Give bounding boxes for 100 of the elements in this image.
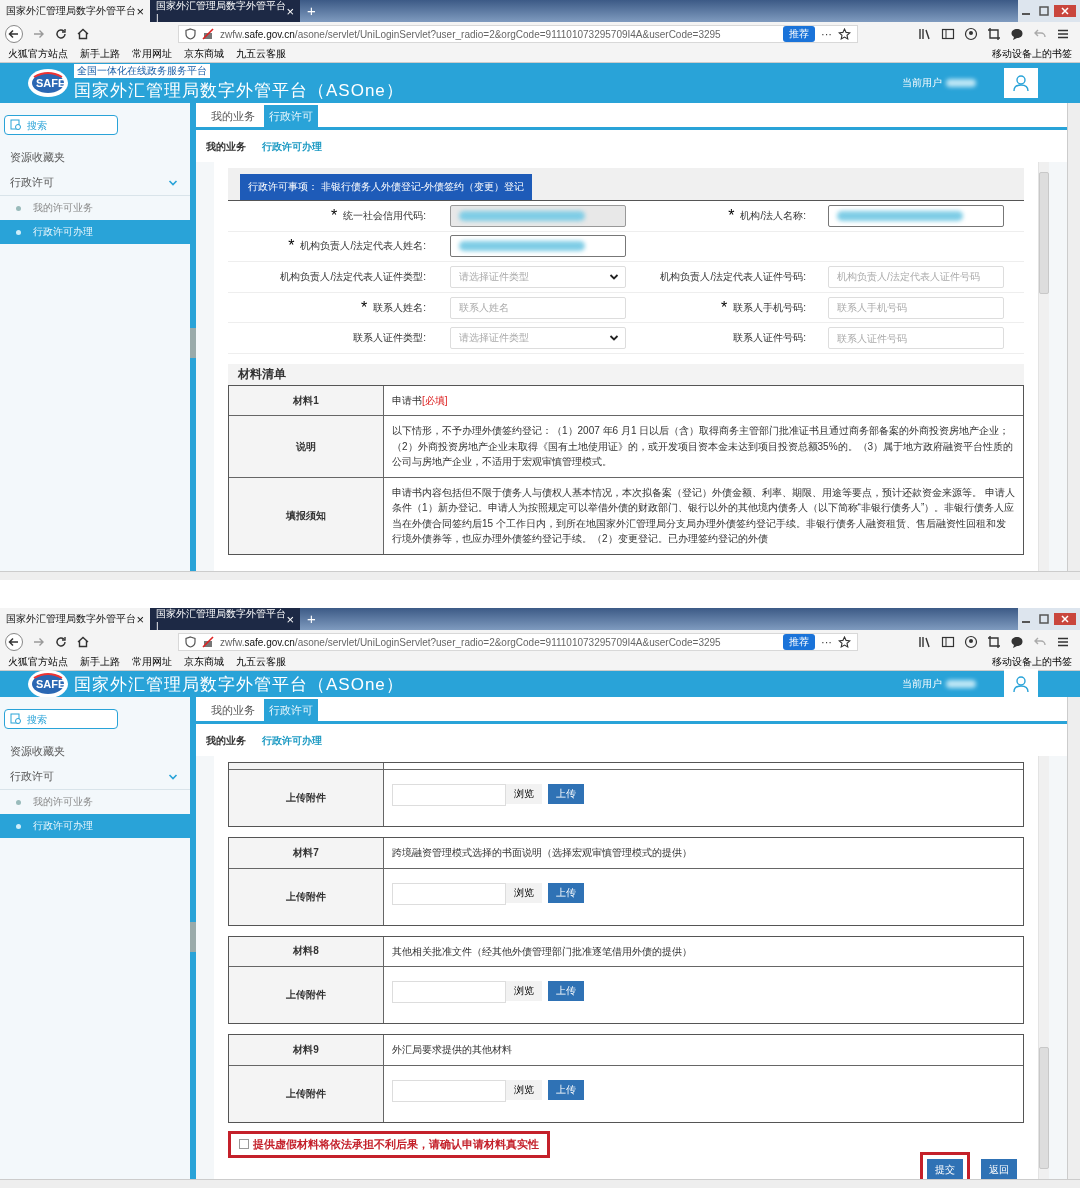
address-bar[interactable]: zwfw.safe.gov.cn/asone/servlet/UniLoginServlet?user_radio=2&orgCode=911101073295709I4A&userCode=3295 推荐 ···	[178, 633, 858, 651]
bookmark-link[interactable]: 九五云客服	[236, 47, 286, 61]
file-field[interactable]	[392, 981, 506, 1003]
library-icon[interactable]	[918, 635, 932, 649]
sidebar-subitem[interactable]: 我的许可业务	[0, 790, 190, 814]
horizontal-scrollbar[interactable]	[0, 1179, 1080, 1188]
upload-button[interactable]: 上传	[548, 882, 584, 903]
site-title: 国家外汇管理局数字外管平台（ASOne）	[74, 80, 404, 102]
bookmark-link[interactable]: 九五云客服	[236, 655, 286, 669]
home-icon[interactable]	[76, 635, 90, 649]
search-icon	[10, 119, 22, 131]
search-icon	[10, 713, 22, 725]
scrollbar[interactable]	[1038, 162, 1049, 571]
chat-icon[interactable]	[1010, 635, 1024, 649]
site-title: 国家外汇管理局数字外管平台（ASOne）	[74, 673, 404, 696]
file-field[interactable]	[392, 1079, 506, 1102]
horizontal-scrollbar[interactable]	[0, 571, 1080, 580]
page-scrollbar[interactable]	[1067, 103, 1080, 571]
search-field[interactable]: 搜索	[4, 115, 118, 135]
sidebar-icon[interactable]	[941, 635, 955, 649]
close-icon[interactable]	[1054, 5, 1076, 17]
reload-icon[interactable]	[54, 27, 68, 41]
breadcrumb-item[interactable]: 我的业务	[206, 140, 246, 154]
chat-icon[interactable]	[1010, 27, 1024, 41]
mobile-bookmarks-link[interactable]: 移动设备上的书签	[992, 655, 1072, 669]
bookmark-link[interactable]: 京东商城	[184, 655, 224, 669]
account-icon[interactable]	[964, 27, 978, 41]
bookmark-link[interactable]: 京东商城	[184, 47, 224, 61]
bookmark-link[interactable]: 火狐官方站点	[8, 47, 68, 61]
browse-button[interactable]: 浏览	[506, 981, 542, 1001]
browser-tab[interactable]: 国家外汇管理局数字外管平台×	[0, 0, 150, 22]
star-icon[interactable]	[838, 635, 851, 649]
menu-icon[interactable]	[1056, 27, 1070, 41]
new-tab-button[interactable]: +	[300, 608, 323, 630]
sidebar-item[interactable]: 资源收藏夹	[0, 739, 190, 764]
table-header-cell: 上传附件	[286, 988, 326, 1002]
upload-button[interactable]: 上传	[548, 784, 584, 804]
collapse-handle[interactable]	[190, 328, 196, 358]
browser-tab[interactable]: 国家外汇管理局数字外管平台×	[0, 608, 150, 630]
required-mark: *	[728, 206, 735, 225]
breadcrumb-item[interactable]: 我的业务	[206, 734, 246, 748]
bookmark-link[interactable]: 新手上路	[80, 655, 120, 669]
upload-button[interactable]: 上传	[548, 981, 584, 1001]
recommend-button[interactable]: 推荐	[783, 26, 815, 42]
star-icon[interactable]	[838, 27, 851, 41]
crop-icon[interactable]	[987, 27, 1001, 41]
sidebar-item[interactable]: 资源收藏夹	[0, 145, 190, 170]
account-icon[interactable]	[964, 635, 978, 649]
sidebar-subitem[interactable]: 我的许可业务	[0, 196, 190, 220]
scrollbar[interactable]	[1038, 756, 1049, 1179]
back-icon[interactable]	[4, 24, 24, 44]
tab[interactable]: 我的业务	[206, 105, 260, 127]
browse-button[interactable]: 浏览	[506, 882, 542, 903]
input-field[interactable]	[450, 235, 626, 258]
page-scrollbar[interactable]	[1067, 697, 1080, 1179]
file-field[interactable]	[392, 784, 506, 806]
menu-icon[interactable]	[1056, 635, 1070, 649]
shield-icon	[185, 28, 196, 40]
maximize-icon[interactable]	[1036, 613, 1052, 625]
sidebar-group[interactable]: 行政许可	[0, 170, 190, 196]
action-button[interactable]: 提交	[927, 1158, 963, 1179]
checkbox[interactable]	[239, 1139, 249, 1149]
library-icon[interactable]	[918, 27, 932, 41]
input-field[interactable]	[828, 204, 1004, 227]
new-tab-button[interactable]: +	[300, 0, 323, 22]
collapse-handle[interactable]	[190, 922, 196, 952]
back-icon[interactable]	[4, 632, 24, 652]
required-mark: *	[288, 237, 295, 256]
table-header-cell: 材料1	[293, 393, 319, 408]
more-button[interactable]: ···	[821, 636, 832, 648]
browse-button[interactable]: 浏览	[506, 784, 542, 804]
table-cell-text: 跨境融资管理模式选择的书面说明（选择宏观审慎管理模式的提供）	[392, 846, 692, 860]
bookmark-link[interactable]: 新手上路	[80, 47, 120, 61]
current-user-label: 当前用户	[902, 76, 942, 90]
address-bar[interactable]: zwfw.safe.gov.cn/asone/servlet/UniLoginServlet?user_radio=2&orgCode=911101073295709I4A&userCode=3295 推荐 ···	[178, 25, 858, 43]
user-button[interactable]	[1004, 68, 1038, 98]
upload-button[interactable]: 上传	[548, 1079, 584, 1100]
sidebar-group-label: 行政许可	[10, 769, 54, 784]
field-label: 统一社会信用代码:	[343, 208, 426, 223]
search-field[interactable]: 搜索	[4, 709, 118, 729]
maximize-icon[interactable]	[1036, 5, 1052, 17]
table-header-cell: 材料9	[293, 1042, 319, 1057]
close-icon[interactable]	[1054, 613, 1076, 625]
user-button[interactable]	[1004, 669, 1038, 699]
sidebar-icon[interactable]	[941, 27, 955, 41]
bookmark-link[interactable]: 常用网址	[132, 47, 172, 61]
reload-icon[interactable]	[54, 635, 68, 649]
tab[interactable]: 我的业务	[206, 699, 260, 721]
browse-button[interactable]: 浏览	[506, 1079, 542, 1100]
more-button[interactable]: ···	[821, 28, 832, 40]
bookmark-link[interactable]: 火狐官方站点	[8, 655, 68, 669]
mobile-bookmarks-link[interactable]: 移动设备上的书签	[992, 47, 1072, 61]
bookmark-link[interactable]: 常用网址	[132, 655, 172, 669]
home-icon[interactable]	[76, 27, 90, 41]
crop-icon[interactable]	[987, 635, 1001, 649]
file-field[interactable]	[392, 882, 506, 905]
recommend-button[interactable]: 推荐	[783, 634, 815, 650]
table-cell-text: 其他相关批准文件（经其他外债管理部门批准逐笔借用外债的提供）	[392, 944, 692, 959]
sidebar-group[interactable]: 行政许可	[0, 764, 190, 790]
action-button[interactable]: 返回	[981, 1158, 1017, 1179]
